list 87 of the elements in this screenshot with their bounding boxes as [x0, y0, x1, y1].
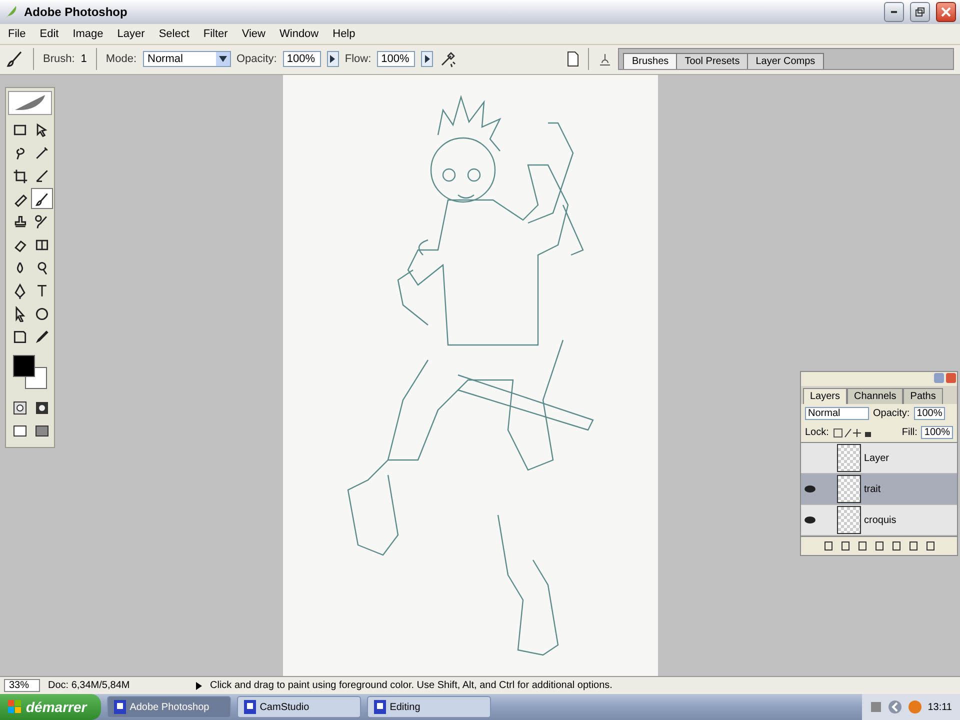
lock-icons[interactable] — [832, 428, 873, 438]
layer-name: Layer — [864, 452, 890, 464]
menu-item[interactable]: Help — [330, 26, 358, 41]
network-icon[interactable] — [870, 701, 882, 713]
caret-icon — [218, 56, 226, 62]
feather-logo — [8, 91, 52, 116]
menu-item[interactable]: Window — [278, 26, 321, 41]
palette-tab[interactable]: Layer Comps — [746, 53, 824, 70]
history-brush-icon — [34, 214, 50, 230]
opacity-field[interactable]: 100% — [914, 407, 946, 420]
brush-icon — [34, 190, 50, 207]
slice-icon — [34, 168, 50, 184]
screen-icon — [35, 424, 49, 437]
layer-thumbnail — [837, 506, 861, 534]
lock-label: Lock: — [805, 427, 829, 438]
menu-item[interactable]: Edit — [38, 26, 61, 41]
pen-icon — [12, 282, 28, 299]
layer-name: trait — [864, 484, 881, 495]
menu-item[interactable]: Layer — [115, 26, 147, 41]
blend-mode-dropdown[interactable]: Normal — [805, 407, 869, 420]
windows-logo-icon — [8, 700, 22, 714]
fill-label: Fill: — [902, 427, 918, 438]
document-size: Doc: 6,34M/5,84M — [48, 680, 131, 692]
minimize-button[interactable] — [884, 2, 904, 22]
restore-icon — [915, 6, 925, 17]
menu-item[interactable]: Select — [156, 26, 192, 41]
clock: 13:11 — [928, 702, 952, 712]
layer-thumbnail — [837, 475, 861, 504]
opacity-field[interactable]: 100% — [282, 51, 321, 68]
opacity-label: Opacity: — [873, 408, 910, 420]
layer-row[interactable]: trait — [801, 474, 957, 506]
move-icon — [34, 122, 50, 138]
layer-row[interactable]: croquis — [801, 505, 957, 536]
shape-icon — [34, 306, 50, 322]
tool-button[interactable] — [31, 188, 53, 210]
opacity-label: Opacity: — [236, 53, 277, 66]
panel-tab[interactable]: Paths — [903, 388, 943, 404]
airbrush-icon[interactable] — [439, 50, 458, 68]
brush-label: Brush: — [43, 53, 75, 66]
triangle-icon[interactable] — [196, 682, 202, 690]
layer-name: croquis — [864, 514, 896, 526]
zoom-field[interactable]: 33% — [4, 679, 40, 692]
screen-icon — [13, 424, 27, 437]
minimize-icon — [891, 10, 897, 13]
crop-icon — [12, 168, 28, 184]
eye-icon[interactable] — [804, 516, 816, 524]
taskbar-button[interactable]: Adobe Photoshop — [106, 696, 231, 718]
triangle-icon — [424, 55, 430, 64]
eyedropper-icon — [34, 328, 50, 345]
mode-dropdown[interactable]: Normal — [142, 51, 230, 68]
close-icon — [941, 6, 951, 17]
flow-field[interactable]: 100% — [377, 51, 416, 68]
layer-row[interactable]: Layer — [801, 443, 957, 474]
restore-button[interactable] — [910, 2, 930, 22]
close-button[interactable] — [936, 2, 956, 22]
panel-tab[interactable]: Layers — [803, 388, 848, 404]
panel-tab[interactable]: Channels — [847, 388, 904, 404]
color-swatches[interactable] — [13, 355, 47, 390]
palette-tab[interactable]: Tool Presets — [676, 53, 749, 70]
taskbar-button[interactable]: Editing — [366, 696, 491, 718]
brush-size[interactable]: 1 — [80, 53, 87, 66]
arrow-circle-icon[interactable] — [888, 700, 902, 714]
notes-icon — [12, 328, 28, 345]
fill-field[interactable]: 100% — [921, 426, 953, 440]
feather-icon — [4, 4, 18, 19]
menu-item[interactable]: Filter — [201, 26, 230, 41]
opacity-arrow-button[interactable] — [326, 51, 339, 68]
mode-label: Mode: — [106, 53, 136, 66]
menu-item[interactable]: View — [240, 26, 268, 41]
document-icon[interactable] — [567, 51, 579, 68]
stamp-icon — [12, 214, 28, 230]
triangle-icon — [330, 55, 336, 64]
window-title: Adobe Photoshop — [24, 4, 128, 19]
window-icon — [374, 700, 386, 714]
eye-icon[interactable] — [804, 485, 816, 494]
menu-item[interactable]: Image — [70, 26, 106, 41]
flow-arrow-button[interactable] — [421, 51, 434, 68]
window-icon — [114, 700, 126, 714]
palette-tab[interactable]: Brushes — [623, 53, 678, 70]
taskbar-button[interactable]: CamStudio — [236, 696, 361, 718]
flow-label: Flow: — [344, 53, 372, 66]
window-icon — [244, 700, 256, 714]
menu-item[interactable]: File — [6, 26, 28, 41]
brush-icon[interactable] — [6, 50, 24, 68]
layer-thumbnail — [837, 444, 861, 472]
wand-icon — [34, 144, 50, 161]
tool-hint: Click and drag to paint using foreground color. Use Shift, Alt, and Ctrl for additional options. — [210, 680, 612, 692]
